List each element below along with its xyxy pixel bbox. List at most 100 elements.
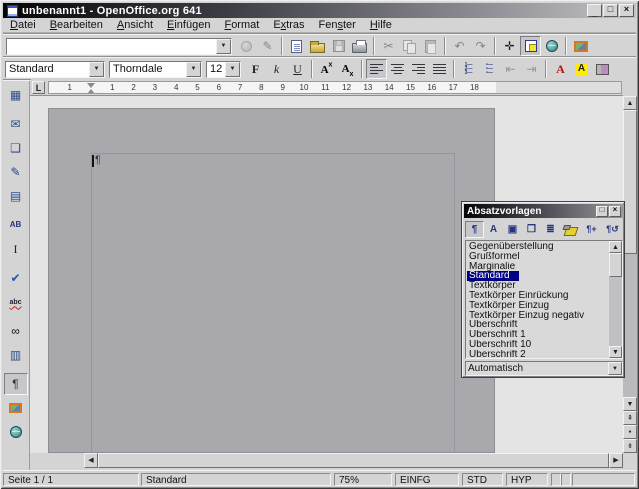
online-layout-icon[interactable] (4, 421, 28, 443)
menu-bearbeiten[interactable]: Bearbeiten (43, 18, 110, 32)
underline-button[interactable]: U (287, 59, 308, 79)
stylist-dock-button[interactable]: □ (596, 206, 608, 217)
next-page-button[interactable]: ⇟ (623, 439, 637, 453)
align-center-button[interactable] (387, 59, 408, 79)
cut-icon[interactable]: ✂ (378, 36, 399, 56)
selection-mode[interactable]: STD (462, 473, 503, 486)
autotext-icon[interactable]: AB (4, 214, 28, 236)
previous-page-button[interactable]: ⇞ (623, 411, 637, 425)
title-bar[interactable]: unbenannt1 - OpenOffice.org 641 _□× (3, 3, 636, 18)
increase-indent-button[interactable]: ⇥ (521, 59, 542, 79)
font-combobox[interactable]: Thorndale ▼ (109, 61, 202, 78)
hyperlink-mode[interactable]: HYP (506, 473, 548, 486)
insert-icon[interactable]: ▦ (4, 84, 28, 106)
numbering-button[interactable]: 1— 2— 3— (458, 59, 479, 79)
style-dropdown-button[interactable]: ▼ (89, 62, 104, 77)
style-list-item[interactable]: Marginalie (467, 262, 610, 272)
style-filter-dropdown-button[interactable]: ▼ (608, 362, 622, 375)
insert-mode[interactable]: EINFG (395, 473, 459, 486)
url-dropdown-button[interactable]: ▼ (216, 39, 231, 54)
vertical-scroll-thumb[interactable] (623, 110, 637, 254)
font-dropdown-button[interactable]: ▼ (186, 62, 201, 77)
align-left-button[interactable] (366, 59, 387, 79)
scroll-down-button[interactable]: ▼ (623, 397, 637, 411)
edit-file-icon[interactable]: ✎ (257, 36, 278, 56)
style-list-scrollbar[interactable]: ▲ ▼ (609, 241, 622, 358)
style-filter-combobox[interactable]: Automatisch ▼ (465, 361, 623, 376)
indent-marker[interactable] (87, 83, 96, 94)
scroll-up-button[interactable]: ▲ (623, 96, 637, 110)
data-sources-icon[interactable]: ▥ (4, 344, 28, 366)
bullets-button[interactable]: •— •— •— (479, 59, 500, 79)
zoom-level[interactable]: 75% (334, 473, 392, 486)
close-button[interactable]: × (619, 4, 634, 17)
tab-stop-selector[interactable]: L (32, 81, 45, 94)
style-list-item[interactable]: Überschrift (467, 320, 610, 330)
horizontal-scroll-thumb[interactable] (98, 453, 609, 468)
stop-icon[interactable] (236, 36, 257, 56)
stylist-window[interactable]: Absatzvorlagen □× ¶A▣❐≣ ¶+¶↺ Gegenüberst… (461, 201, 625, 378)
page-styles-tab[interactable]: ❐ (522, 221, 541, 238)
list-scroll-down-button[interactable]: ▼ (609, 346, 622, 358)
spellcheck-icon[interactable]: ✔ (4, 267, 28, 289)
form-functions-icon[interactable]: ▤ (4, 185, 28, 207)
menu-extras[interactable]: Extras (266, 18, 311, 32)
list-scroll-up-button[interactable]: ▲ (609, 241, 622, 253)
navigation-button[interactable]: ● (623, 425, 637, 439)
status-spare-2[interactable] (561, 473, 571, 486)
fill-format-mode-icon[interactable] (560, 221, 581, 238)
new-document-icon[interactable] (286, 36, 307, 56)
minimize-button[interactable]: _ (587, 4, 602, 17)
status-spare-3[interactable] (572, 473, 635, 486)
horizontal-scrollbar[interactable]: ◀ ▶ (84, 453, 623, 468)
paragraph-styles-tab[interactable]: ¶ (465, 221, 484, 238)
italic-button[interactable]: k (266, 59, 287, 79)
menu-fenster[interactable]: Fenster (312, 18, 363, 32)
style-list-item[interactable]: Textkörper (467, 281, 610, 291)
style-list-item[interactable]: Textkörper Einrückung (467, 291, 610, 301)
menu-hilfe[interactable]: Hilfe (363, 18, 399, 32)
redo-icon[interactable]: ↷ (470, 36, 491, 56)
navigator-icon[interactable]: ✛ (499, 36, 520, 56)
print-icon[interactable] (349, 36, 370, 56)
paste-icon[interactable] (420, 36, 441, 56)
draw-functions-icon[interactable]: ✎ (4, 161, 28, 183)
gallery-icon[interactable] (570, 36, 591, 56)
menu-datei[interactable]: Datei (3, 18, 43, 32)
insert-fields-icon[interactable]: ✉ (4, 113, 28, 135)
style-list-item[interactable]: Gegenüberstellung (467, 242, 610, 252)
url-combobox[interactable]: ▼ (6, 38, 232, 55)
character-styles-tab[interactable]: A (484, 221, 503, 238)
scroll-right-button[interactable]: ▶ (609, 453, 623, 468)
frame-styles-tab[interactable]: ▣ (503, 221, 522, 238)
scroll-left-button[interactable]: ◀ (84, 453, 98, 468)
menu-ansicht[interactable]: Ansicht (110, 18, 160, 32)
horizontal-ruler[interactable]: 1123456789101112131415161718 (48, 81, 622, 94)
graphics-toggle-icon[interactable] (4, 397, 28, 419)
subscript-button[interactable]: Ax (337, 59, 358, 79)
style-list-item[interactable]: Überschrift 10 (467, 340, 610, 350)
decrease-indent-button[interactable]: ⇤ (500, 59, 521, 79)
stylist-close-button[interactable]: × (609, 206, 621, 217)
update-style-icon[interactable]: ¶↺ (602, 221, 623, 238)
autospell-icon[interactable]: abc (4, 291, 28, 313)
highlighting-button[interactable]: A (571, 59, 592, 79)
menu-format[interactable]: Format (217, 18, 266, 32)
bold-button[interactable]: F (245, 59, 266, 79)
open-document-icon[interactable] (307, 36, 328, 56)
style-list-item[interactable]: Grußformel (467, 252, 610, 262)
new-style-from-selection-icon[interactable]: ¶+ (581, 221, 602, 238)
style-list-item[interactable]: Überschrift 1 (467, 330, 610, 340)
nonprinting-characters-icon[interactable]: ¶ (4, 373, 28, 395)
insert-object-icon[interactable]: ❑ (4, 137, 28, 159)
style-list-item[interactable]: Standard (467, 271, 519, 281)
find-icon[interactable]: ∞ (4, 320, 28, 342)
style-list-item[interactable]: Textkörper Einzug (467, 301, 610, 311)
fontsize-dropdown-button[interactable]: ▼ (225, 62, 240, 77)
document-page[interactable]: ¶ (48, 108, 495, 453)
align-justify-button[interactable] (429, 59, 450, 79)
maximize-button[interactable]: □ (603, 4, 618, 17)
url-field[interactable] (7, 39, 216, 54)
undo-icon[interactable]: ↶ (449, 36, 470, 56)
superscript-button[interactable]: Ax (316, 59, 337, 79)
